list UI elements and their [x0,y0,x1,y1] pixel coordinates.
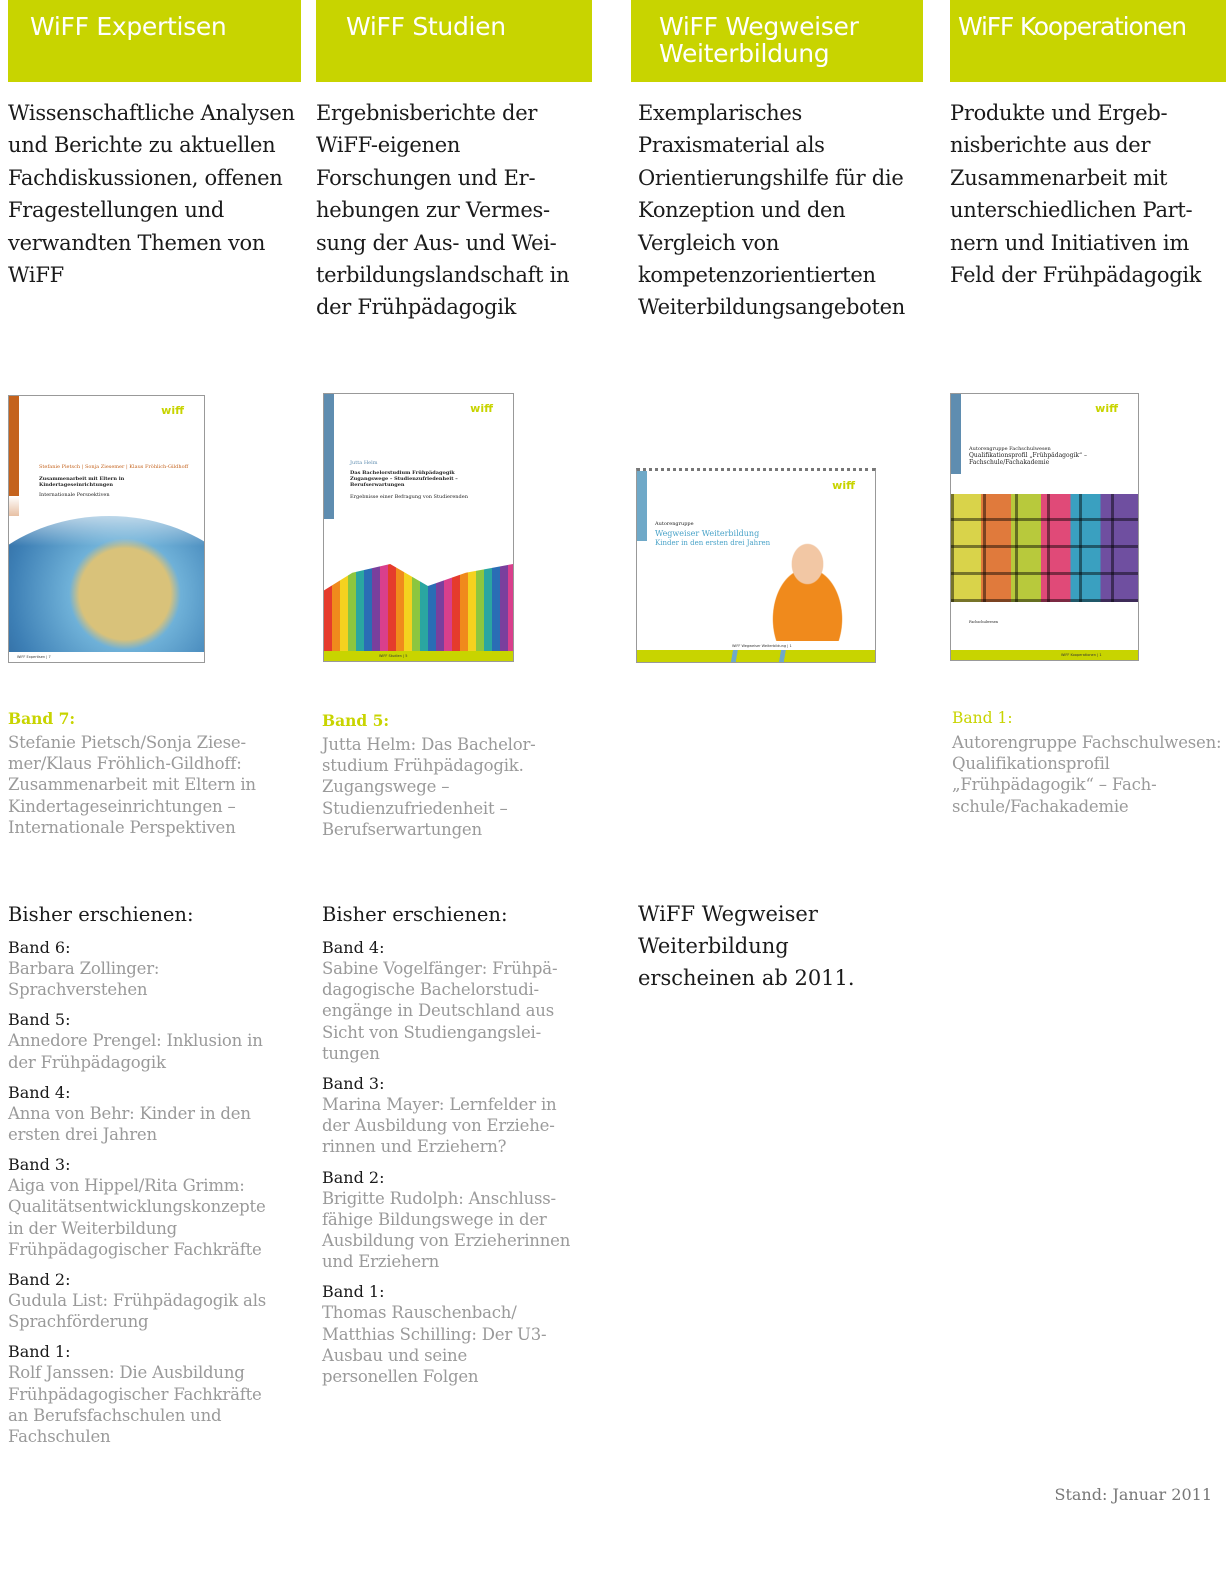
list-item: Band 2: Brigitte Rudolph: Anschluss­fähig… [322,1167,571,1272]
list-item: Band 1: Thomas Rauschenbach/ Matthias Sch… [322,1282,547,1387]
column-expertisen: WiFF Expertisen Wissenschaftliche Analys… [8,0,301,1575]
book-cover[interactable]: wiff Stefanie Pietsch | Sonja Ziesemer |… [8,395,205,663]
cover-footer-bar [637,650,875,662]
child-image [747,531,857,641]
cover-subtitle: Ergebnisse einer Befragung von Studieren… [350,494,468,500]
book-cover[interactable]: wiff Autorengruppe Wegweiser Weiterbildu… [636,468,876,663]
wiff-logo: wiff [832,479,855,492]
bisher-title: Bisher erschienen: [322,903,508,926]
cover-title: Zusammenarbeit mit Eltern in Kindertages… [39,476,125,488]
cover-subtitle: Fachschulwesen [969,620,999,624]
globe-fade [9,496,204,546]
wegweiser-note: WiFF Wegweiser Weiterbildung erscheinen … [638,902,855,990]
list-item: Band 4: Anna von Behr: Kinder in den erst… [8,1082,251,1145]
column-header: WiFF Kooperationen [950,0,1226,82]
list-item: Band 3: Aiga von Hippel/Rita Grimm: Quali… [8,1155,266,1259]
current-band-text: Autorengruppe Fachschul­wesen: Qualifika… [952,733,1222,816]
book-cover[interactable]: wiff Autorengruppe Fachschulwesen Qualif… [950,393,1139,661]
list-item: Band 3: Marina Mayer: Lernfelder in der A… [322,1074,557,1157]
bisher-list: Band 4: Sabine Vogelfänger: Frühpä­dagogi… [322,937,592,1396]
list-item: Band 5: Annedore Prengel: Inklusion in de… [8,1010,263,1072]
list-item: Band 2: Gudula List: Frühpädagogik als Sp… [8,1270,267,1332]
cover-footer-bar [951,650,1138,660]
book-cover[interactable]: wiff Jutta Helm Das Bachelorstudium Früh… [323,393,514,662]
cover-title: Qualifikationsprofil „Frühpädagogik“ – F… [969,452,1087,466]
cover-authors: Jutta Helm [350,460,378,466]
cover-footer-bar [324,651,513,661]
current-band-text: Jutta Helm: Das Bachelor­studium Frühpäd… [322,735,536,839]
column-header: WiFF Studien [316,0,592,82]
list-item: Band 1: Rolf Janssen: Die Ausbildung Früh… [8,1342,262,1447]
wiff-logo: wiff [1095,402,1118,415]
current-band-label: Band 7: [8,709,76,728]
cover-footer: WiFF Wegweiser Weiterbildung | 1 [732,644,792,648]
wiff-logo: wiff [470,402,493,415]
cover-authors: Stefanie Pietsch | Sonja Ziesemer | Klau… [39,464,189,470]
bisher-list: Band 6: Barbara Zollinger: Sprachverstehe… [8,937,301,1456]
column-studien: WiFF Studien Ergebnisberichte der WiFF-e… [316,0,592,1575]
cover-strip [324,394,334,519]
stand-date: Stand: Januar 2011 [1054,1485,1212,1504]
cover-strip [951,394,961,474]
column-kooperationen: WiFF Kooperationen Produkte und Ergeb­ni… [950,0,1226,1575]
cover-title: Das Bachelorstudium Frühpädagogik Zugang… [350,470,458,488]
current-band-text: Stefanie Pietsch/Sonja Ziese­mer/Klaus F… [8,733,256,837]
column-description: Wissenschaftliche Analysen und Berichte … [8,101,295,288]
cover-footer: WiFF Studien | 5 [379,654,408,658]
column-description: Exemplarisches Praxismaterial als Orient… [638,101,906,320]
column-wegweiser: WiFF Wegweiser Weiterbildung Exemplarisc… [631,0,923,1575]
cover-authors: Autorengruppe [655,521,694,527]
bisher-title: Bisher erschienen: [8,903,194,926]
list-item: Band 6: Barbara Zollinger: Sprachverstehe… [8,938,160,1000]
cover-footer: WiFF Expertisen | 7 [17,655,51,659]
pencils-image [324,564,513,652]
cover-title: Wegweiser Weiterbildung [655,529,760,538]
current-band-label: Band 5: [322,711,390,730]
column-header: WiFF Expertisen [8,0,301,82]
current-band-label: Band 1: [952,709,1013,727]
column-description: Ergebnisberichte der WiFF-eigenen Forsch… [316,101,570,320]
cover-strip [637,471,647,541]
column-description: Produkte und Ergeb­nisberichte aus der Z… [950,101,1202,288]
pastel-blocks-image [951,494,1138,602]
list-item: Band 4: Sabine Vogelfänger: Frühpä­dagogi… [322,938,558,1063]
column-header: WiFF Wegweiser Weiterbildung [631,0,923,82]
cover-footer: WiFF Kooperationen | 1 [1061,653,1102,657]
wiff-logo: wiff [161,404,184,417]
